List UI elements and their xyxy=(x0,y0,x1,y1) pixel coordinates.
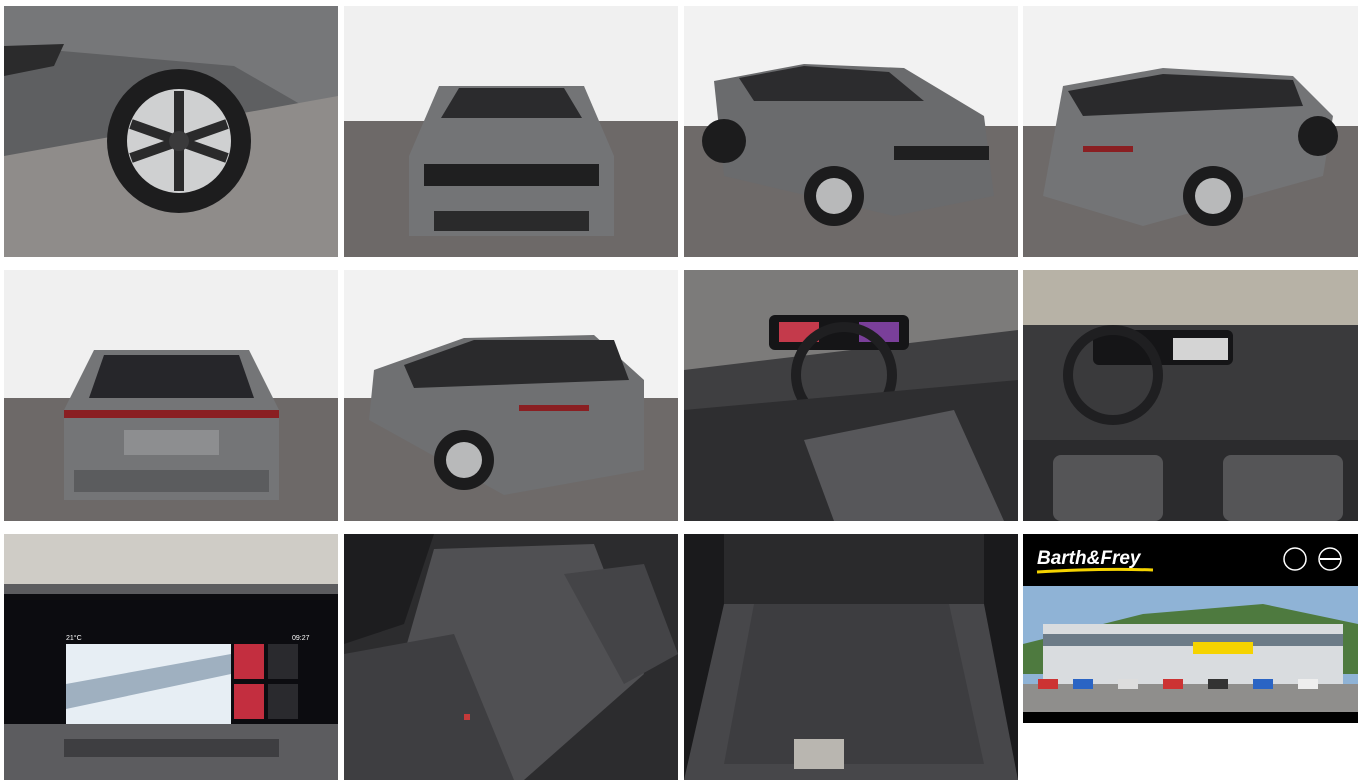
photo-trunk[interactable] xyxy=(684,534,1018,780)
clock: 09:27 xyxy=(292,635,310,642)
photo-front-view[interactable] xyxy=(344,6,678,257)
dealer-logo: Barth&Frey xyxy=(1037,548,1142,569)
photo-dashboard-driver-side[interactable] xyxy=(684,270,1018,521)
photo-front-three-quarter-view[interactable] xyxy=(684,6,1018,257)
car-image xyxy=(344,270,678,521)
photo-dashboard-center-view[interactable] xyxy=(1023,270,1358,521)
car-image xyxy=(684,6,1018,257)
car-image xyxy=(684,534,1018,780)
car-image xyxy=(4,270,338,521)
car-image xyxy=(4,6,338,257)
car-image xyxy=(1023,6,1358,257)
photo-rear-three-quarter-right-view[interactable] xyxy=(1023,6,1358,257)
photo-rear-three-quarter-left-view[interactable] xyxy=(344,270,678,521)
car-image xyxy=(684,270,1018,521)
photo-infotainment-screen[interactable]: 21°C 09:27 xyxy=(4,534,338,780)
photo-rear-view[interactable] xyxy=(4,270,338,521)
car-image xyxy=(344,534,678,780)
car-image: 21°C 09:27 xyxy=(4,534,338,780)
status-bar: 21°C xyxy=(66,634,82,642)
photo-front-wheel-closeup[interactable] xyxy=(4,6,338,257)
dealer-banner[interactable]: Barth&Frey xyxy=(1023,534,1358,723)
car-image xyxy=(344,6,678,257)
car-image xyxy=(1023,270,1358,521)
photo-rear-seats[interactable] xyxy=(344,534,678,780)
